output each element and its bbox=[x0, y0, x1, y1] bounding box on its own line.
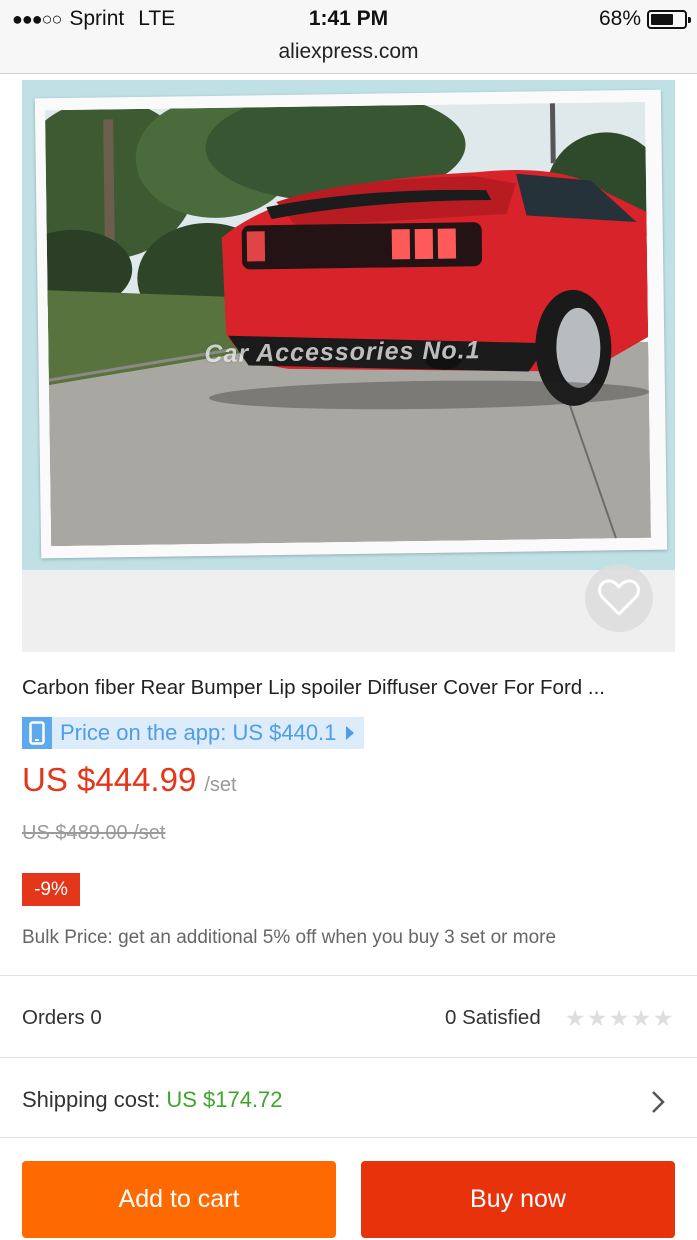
battery-icon bbox=[647, 9, 691, 29]
app-price-text: Price on the app: US $440.1 bbox=[60, 720, 337, 745]
star-icon: ★ bbox=[564, 1005, 586, 1031]
battery-percent: 68% bbox=[598, 7, 641, 30]
product-title[interactable]: Carbon fiber Rear Bumper Lip spoiler Dif… bbox=[22, 676, 672, 700]
photo-border: Car Accessories No.1 bbox=[34, 89, 668, 559]
original-price: US $489.00 /set bbox=[22, 822, 166, 844]
rating-stars: ★ ★ ★ ★ ★ bbox=[564, 1006, 674, 1030]
chevron-right-icon[interactable] bbox=[650, 1089, 666, 1120]
star-icon: ★ bbox=[608, 1005, 630, 1031]
star-icon: ★ bbox=[586, 1005, 608, 1031]
product-image-frame: Car Accessories No.1 bbox=[22, 80, 675, 570]
bulk-price-note: Bulk Price: get an additional 5% off whe… bbox=[22, 927, 557, 948]
shipping-label: Shipping cost: bbox=[22, 1087, 161, 1112]
star-icon: ★ bbox=[630, 1005, 652, 1031]
discount-badge: -9% bbox=[22, 873, 80, 906]
product-photo[interactable]: Car Accessories No.1 bbox=[44, 101, 652, 547]
satisfied-count: 0 Satisfied bbox=[445, 1006, 541, 1029]
shipping-row[interactable]: Shipping cost: US $174.72 bbox=[22, 1087, 283, 1113]
car-photo-illustration bbox=[44, 101, 652, 547]
orders-count: Orders 0 bbox=[22, 1006, 102, 1029]
price-row: US $444.99 /set bbox=[22, 761, 237, 799]
add-to-cart-button[interactable]: Add to cart bbox=[22, 1161, 336, 1238]
battery-info: 68% bbox=[598, 7, 691, 31]
url-bar[interactable]: aliexpress.com bbox=[0, 38, 697, 74]
status-bar: ●●●○○ Sprint LTE 1:41 PM 68% bbox=[0, 0, 697, 38]
favorite-button[interactable] bbox=[585, 564, 653, 632]
buy-now-button[interactable]: Buy now bbox=[361, 1161, 675, 1238]
divider bbox=[0, 1057, 697, 1058]
price-unit: /set bbox=[204, 774, 237, 796]
current-price: US $444.99 bbox=[22, 761, 197, 798]
image-watermark: Car Accessories No.1 bbox=[204, 336, 481, 369]
clock: 1:41 PM bbox=[308, 7, 389, 30]
app-price-banner[interactable]: Price on the app: US $440.1 bbox=[22, 717, 365, 749]
phone-icon bbox=[22, 717, 52, 749]
product-image-area[interactable]: Car Accessories No.1 bbox=[22, 80, 675, 652]
triangle-right-icon bbox=[346, 726, 355, 740]
shipping-cost: US $174.72 bbox=[166, 1087, 283, 1112]
heart-outline-icon bbox=[598, 579, 640, 616]
divider bbox=[0, 1137, 697, 1138]
star-icon: ★ bbox=[652, 1005, 674, 1031]
divider bbox=[0, 975, 697, 976]
